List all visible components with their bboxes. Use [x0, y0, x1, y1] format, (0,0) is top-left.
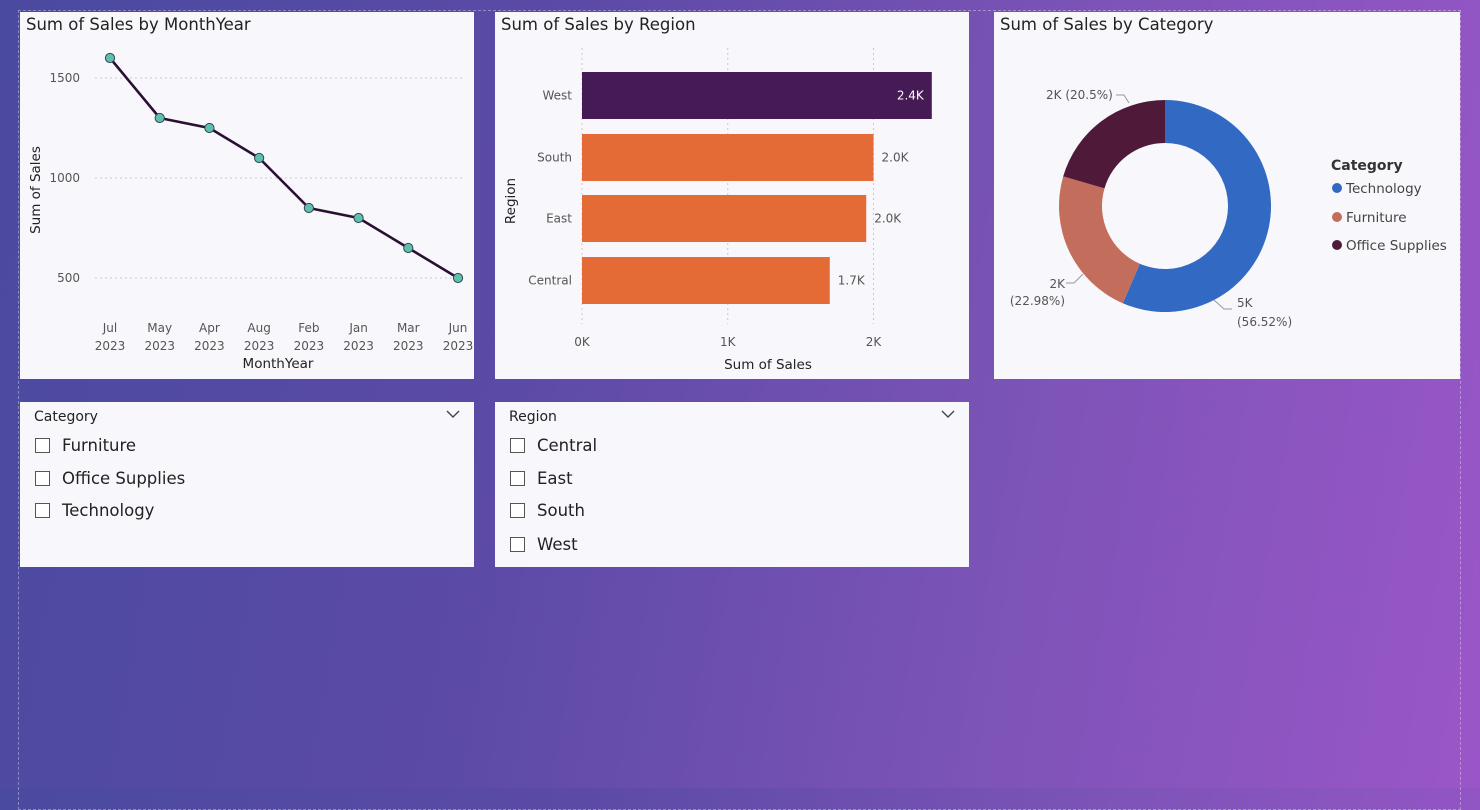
checkbox[interactable]	[510, 470, 525, 486]
y-axis-title: Sum of Sales	[28, 146, 44, 234]
legend-item: Technology	[1345, 181, 1422, 197]
data-label: 1.7K	[838, 274, 866, 288]
bar	[582, 195, 867, 242]
region-slicer-title: Region	[509, 409, 557, 425]
leader-line	[1066, 273, 1084, 284]
bar-chart: 0K 1K 2K West 2.4K South 2.0K East 2.0K Central 1.…	[503, 48, 932, 373]
legend-marker	[1332, 183, 1342, 193]
x-axis-title: MonthYear	[243, 356, 314, 372]
x-tick-label: 2023	[443, 339, 474, 353]
slicer-option-west[interactable]: West	[510, 531, 578, 557]
data-label: 5K	[1237, 296, 1254, 310]
bar-chart-visual[interactable]: Sum of Sales by Region 0K 1K 2K West 2.4K Sou…	[495, 12, 969, 379]
x-tick-label: Apr	[199, 321, 220, 335]
x-tick-label: 1K	[720, 335, 737, 349]
checkbox[interactable]	[510, 437, 525, 453]
data-label: 2.0K	[882, 151, 910, 165]
donut-chart-visual[interactable]: Sum of Sales by Category 5K (56.52%) 2K (22…	[994, 12, 1460, 379]
donut-chart: 5K (56.52%) 2K (22.98%) 2K (20.5%) Category Te…	[1010, 88, 1447, 329]
slicer-option-label: East	[537, 468, 573, 488]
y-tick-label: Central	[528, 274, 572, 288]
data-point	[104, 52, 116, 64]
x-tick-label: May	[147, 321, 172, 335]
x-tick-label: Jul	[102, 321, 117, 335]
x-tick-label: 2023	[343, 339, 374, 353]
x-tick-label: Feb	[298, 321, 319, 335]
data-point	[353, 212, 364, 224]
leader-line	[1116, 94, 1130, 104]
x-tick-label: 2023	[244, 339, 275, 353]
y-tick-label: South	[537, 151, 572, 165]
line-chart: 500 1000 1500 Jul 2023 May 2023 Apr 2023 Aug 2023 F…	[28, 52, 474, 372]
category-slicer-title: Category	[34, 409, 98, 425]
x-tick-label: 0K	[574, 335, 591, 349]
data-point	[403, 242, 414, 254]
y-tick-label: 1500	[49, 71, 80, 85]
data-label: (56.52%)	[1237, 315, 1292, 329]
y-tick-label: 500	[57, 271, 80, 285]
x-tick-label: 2023	[393, 339, 424, 353]
data-point	[452, 272, 464, 284]
data-point	[303, 202, 314, 214]
checkbox[interactable]	[35, 502, 50, 518]
slicer-option-technology[interactable]: Technology	[35, 497, 154, 523]
data-point	[154, 112, 165, 124]
data-point	[254, 152, 265, 164]
data-label: 2K	[1049, 277, 1066, 291]
slicer-option-central[interactable]: Central	[510, 432, 597, 458]
legend-item: Furniture	[1346, 210, 1407, 226]
slicer-option-label: Technology	[62, 500, 155, 520]
data-label: 2K (20.5%)	[1046, 88, 1113, 102]
chevron-down-icon[interactable]	[941, 408, 955, 420]
x-tick-label: Aug	[247, 321, 270, 335]
checkbox[interactable]	[510, 502, 525, 518]
x-tick-label: Jun	[448, 321, 468, 335]
category-slicer[interactable]: Category Furniture Office Supplies Techn…	[20, 402, 474, 567]
slicer-option-south[interactable]: South	[510, 497, 585, 523]
legend-marker	[1332, 212, 1342, 222]
x-tick-label: 2K	[866, 335, 883, 349]
checkbox[interactable]	[35, 470, 50, 486]
data-label: 2.4K	[897, 89, 925, 103]
slicer-option-office-supplies[interactable]: Office Supplies	[35, 465, 185, 491]
x-axis-title: Sum of Sales	[724, 357, 812, 373]
slicer-option-label: West	[537, 534, 578, 554]
x-tick-label: 2023	[294, 339, 325, 353]
x-tick-label: 2023	[194, 339, 225, 353]
bar	[582, 134, 874, 181]
donut-slice	[1059, 176, 1140, 304]
y-axis-title: Region	[503, 178, 519, 224]
data-label: (22.98%)	[1010, 294, 1065, 308]
checkbox[interactable]	[35, 437, 50, 453]
legend-marker	[1332, 240, 1342, 250]
line-chart-visual[interactable]: Sum of Sales by MonthYear 500 1000 1500 Jul…	[20, 12, 474, 379]
slicer-option-label: South	[537, 500, 585, 520]
legend-item: Office Supplies	[1346, 238, 1447, 254]
slicer-option-label: Furniture	[62, 435, 137, 455]
bar	[582, 257, 830, 304]
leader-line	[1213, 299, 1232, 310]
x-tick-label: 2023	[144, 339, 175, 353]
data-label: 2.0K	[874, 212, 902, 226]
x-tick-label: 2023	[95, 339, 126, 353]
slicer-option-east[interactable]: East	[510, 465, 573, 491]
chevron-down-icon[interactable]	[446, 408, 460, 420]
slicer-option-label: Central	[537, 435, 598, 455]
x-tick-label: Jan	[348, 321, 368, 335]
data-point	[204, 122, 215, 134]
region-slicer[interactable]: Region Central East South West	[495, 402, 969, 567]
slicer-option-furniture[interactable]: Furniture	[35, 432, 136, 458]
checkbox[interactable]	[510, 536, 525, 552]
donut-slice	[1063, 100, 1165, 189]
x-tick-label: Mar	[397, 321, 420, 335]
y-tick-label: East	[546, 212, 572, 226]
y-tick-label: West	[542, 89, 572, 103]
y-tick-label: 1000	[49, 171, 80, 185]
slicer-option-label: Office Supplies	[62, 468, 186, 488]
bar	[582, 72, 932, 119]
legend-title: Category	[1331, 158, 1403, 174]
